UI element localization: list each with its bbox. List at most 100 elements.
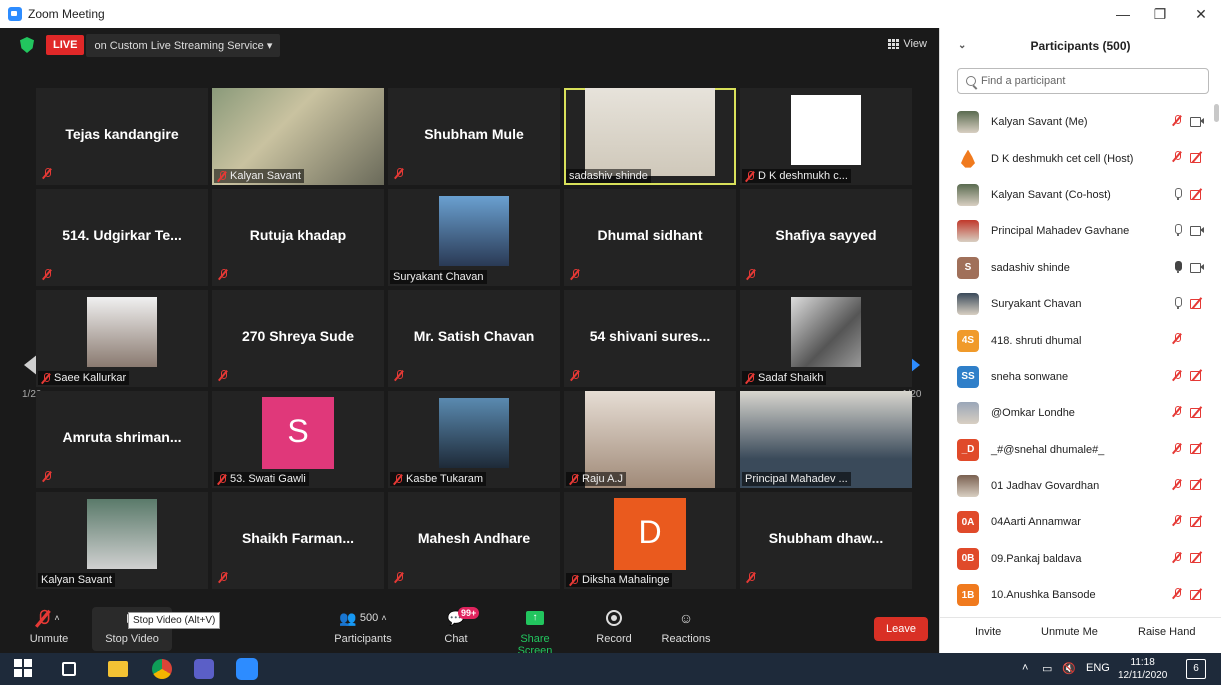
mic-muted-icon	[569, 473, 579, 485]
reactions-label: Reactions	[661, 633, 711, 645]
participant-search-input[interactable]	[981, 75, 1201, 87]
mic-muted-icon	[41, 372, 51, 384]
participant-row[interactable]: Kalyan Savant (Co-host)	[940, 177, 1221, 213]
participant-avatar	[957, 293, 979, 316]
participants-button[interactable]: 👥 500 ˄ Participants	[328, 607, 398, 651]
live-streaming-dropdown[interactable]: on Custom Live Streaming Service ▾	[86, 33, 281, 57]
video-tile[interactable]: 54 shivani sures...	[564, 290, 736, 387]
video-tile[interactable]: Principal Mahadev ...	[740, 391, 912, 488]
collapse-chevron-icon[interactable]: ⌄	[958, 40, 966, 51]
video-tile[interactable]: Raju A.J	[564, 391, 736, 488]
participant-row[interactable]: 1B 10.Anushka Bansode	[940, 577, 1221, 613]
participant-row[interactable]: D K deshmukh cet cell (Host)	[940, 140, 1221, 176]
participant-row[interactable]: _D _#@snehal dhumale#_	[940, 432, 1221, 468]
participant-search-box[interactable]	[957, 68, 1209, 94]
participant-video	[585, 88, 715, 176]
input-language[interactable]: ENG	[1086, 662, 1110, 674]
view-button[interactable]: View	[888, 38, 927, 50]
zoom-taskbar-icon[interactable]	[236, 658, 258, 680]
tile-name-text: Saee Kallurkar	[54, 372, 127, 384]
battery-icon[interactable]: ▭	[1042, 662, 1052, 675]
task-view-icon[interactable]	[62, 662, 76, 676]
video-tile[interactable]: 270 Shreya Sude	[212, 290, 384, 387]
participant-display-name: Rutuja khadap	[249, 227, 347, 243]
participant-avatar: S	[957, 256, 979, 279]
minimize-button[interactable]: —	[1103, 0, 1143, 28]
security-shield-icon[interactable]	[20, 37, 34, 53]
participant-name: 418. shruti dhumal	[991, 334, 1082, 347]
live-badge[interactable]: LIVE	[46, 35, 85, 55]
video-tile[interactable]: Saee Kallurkar	[36, 290, 208, 387]
unmute-button[interactable]: ˄ Unmute	[22, 607, 76, 651]
participant-row[interactable]: 0A 04Aarti Annamwar	[940, 504, 1221, 540]
video-tile[interactable]: Shubham dhaw...	[740, 492, 912, 589]
participant-name: Kalyan Savant (Me)	[991, 116, 1088, 129]
participant-row[interactable]: 01 Jadhav Govardhan	[940, 468, 1221, 504]
participant-row[interactable]: 0B 09.Pankaj baldava	[940, 541, 1221, 577]
tray-chevron-icon[interactable]: ˄	[1022, 662, 1028, 674]
caret-up-icon[interactable]: ˄	[54, 613, 59, 623]
file-explorer-icon[interactable]	[108, 661, 128, 677]
video-tile[interactable]: sadashiv shinde	[564, 88, 736, 185]
leave-button[interactable]: Leave	[874, 617, 928, 641]
video-tile[interactable]: Suryakant Chavan	[388, 189, 560, 286]
restore-button[interactable]: ❐	[1140, 0, 1180, 28]
share-screen-button[interactable]: ↑ Share Screen	[502, 607, 568, 657]
video-tile[interactable]: Mr. Satish Chavan	[388, 290, 560, 387]
participant-video	[791, 94, 861, 165]
participant-list: Kalyan Savant (Me) D K deshmukh cet cell …	[940, 104, 1221, 613]
video-tile[interactable]: Shafiya sayyed	[740, 189, 912, 286]
video-tile[interactable]: Shaikh Farman...	[212, 492, 384, 589]
participant-row[interactable]: Principal Mahadev Gavhane	[940, 213, 1221, 249]
video-tile[interactable]: Tejas kandangire	[36, 88, 208, 185]
video-tile[interactable]: Dhumal sidhant	[564, 189, 736, 286]
mic-muted-icon	[42, 168, 52, 179]
title-bar: Zoom Meeting — ❐ ✕	[0, 0, 1221, 28]
video-tile[interactable]: 514. Udgirkar Te...	[36, 189, 208, 286]
participant-row[interactable]: SS sneha sonwane	[940, 359, 1221, 395]
speaker-muted-icon[interactable]: 🔇	[1062, 662, 1076, 675]
participant-row[interactable]: @Omkar Londhe	[940, 395, 1221, 431]
video-tile[interactable]: Amruta shriman...	[36, 391, 208, 488]
video-tile[interactable]: Kalyan Savant	[36, 492, 208, 589]
participants-panel: ⌄ Participants (500) Kalyan Savant (Me) D…	[939, 28, 1221, 653]
record-button[interactable]: Record	[592, 607, 636, 651]
chrome-icon[interactable]	[152, 659, 172, 679]
notifications-icon[interactable]: 6	[1186, 659, 1206, 679]
windows-start-icon[interactable]	[14, 659, 34, 679]
reactions-button[interactable]: ☺ Reactions	[658, 607, 714, 651]
video-tile[interactable]: Kalyan Savant	[212, 88, 384, 185]
mic-muted-icon	[218, 370, 228, 381]
mic-muted-icon	[393, 473, 403, 485]
unmute-me-button[interactable]: Unmute Me	[1041, 626, 1098, 638]
close-button[interactable]: ✕	[1181, 0, 1221, 28]
participant-status-icons	[1174, 260, 1204, 273]
system-clock[interactable]: 11:18 12/11/2020	[1118, 656, 1167, 682]
video-off-icon	[1190, 479, 1204, 491]
video-tile[interactable]: Shubham Mule	[388, 88, 560, 185]
participant-row[interactable]: Ssadashiv shinde	[940, 250, 1221, 286]
video-tile[interactable]: D Diksha Mahalinge	[564, 492, 736, 589]
video-tile[interactable]: S 53. Swati Gawli	[212, 391, 384, 488]
participant-row[interactable]: Suryakant Chavan	[940, 286, 1221, 322]
participant-avatar	[957, 220, 979, 243]
video-tile[interactable]: D K deshmukh c...	[740, 88, 912, 185]
participant-avatar	[957, 147, 979, 170]
video-tile[interactable]: Rutuja khadap	[212, 189, 384, 286]
participant-list-scrollbar[interactable]	[1214, 104, 1219, 122]
teams-icon[interactable]	[194, 659, 214, 679]
tile-name-label: Saee Kallurkar	[38, 371, 130, 385]
participant-status-icons	[1174, 224, 1204, 237]
raise-hand-button[interactable]: Raise Hand	[1138, 626, 1195, 638]
video-tile[interactable]: Sadaf Shaikh	[740, 290, 912, 387]
view-label: View	[903, 38, 927, 50]
invite-button[interactable]: Invite	[975, 626, 1001, 638]
participants-count: 500	[359, 612, 379, 624]
share-screen-icon: ↑	[526, 611, 544, 625]
video-tile[interactable]: Mahesh Andhare	[388, 492, 560, 589]
video-off-icon	[1190, 298, 1204, 309]
participant-row[interactable]: 4S 418. shruti dhumal	[940, 322, 1221, 358]
participant-display-name: Mr. Satish Chavan	[413, 328, 535, 344]
video-tile[interactable]: Kasbe Tukaram	[388, 391, 560, 488]
participant-row[interactable]: Kalyan Savant (Me)	[940, 104, 1221, 140]
